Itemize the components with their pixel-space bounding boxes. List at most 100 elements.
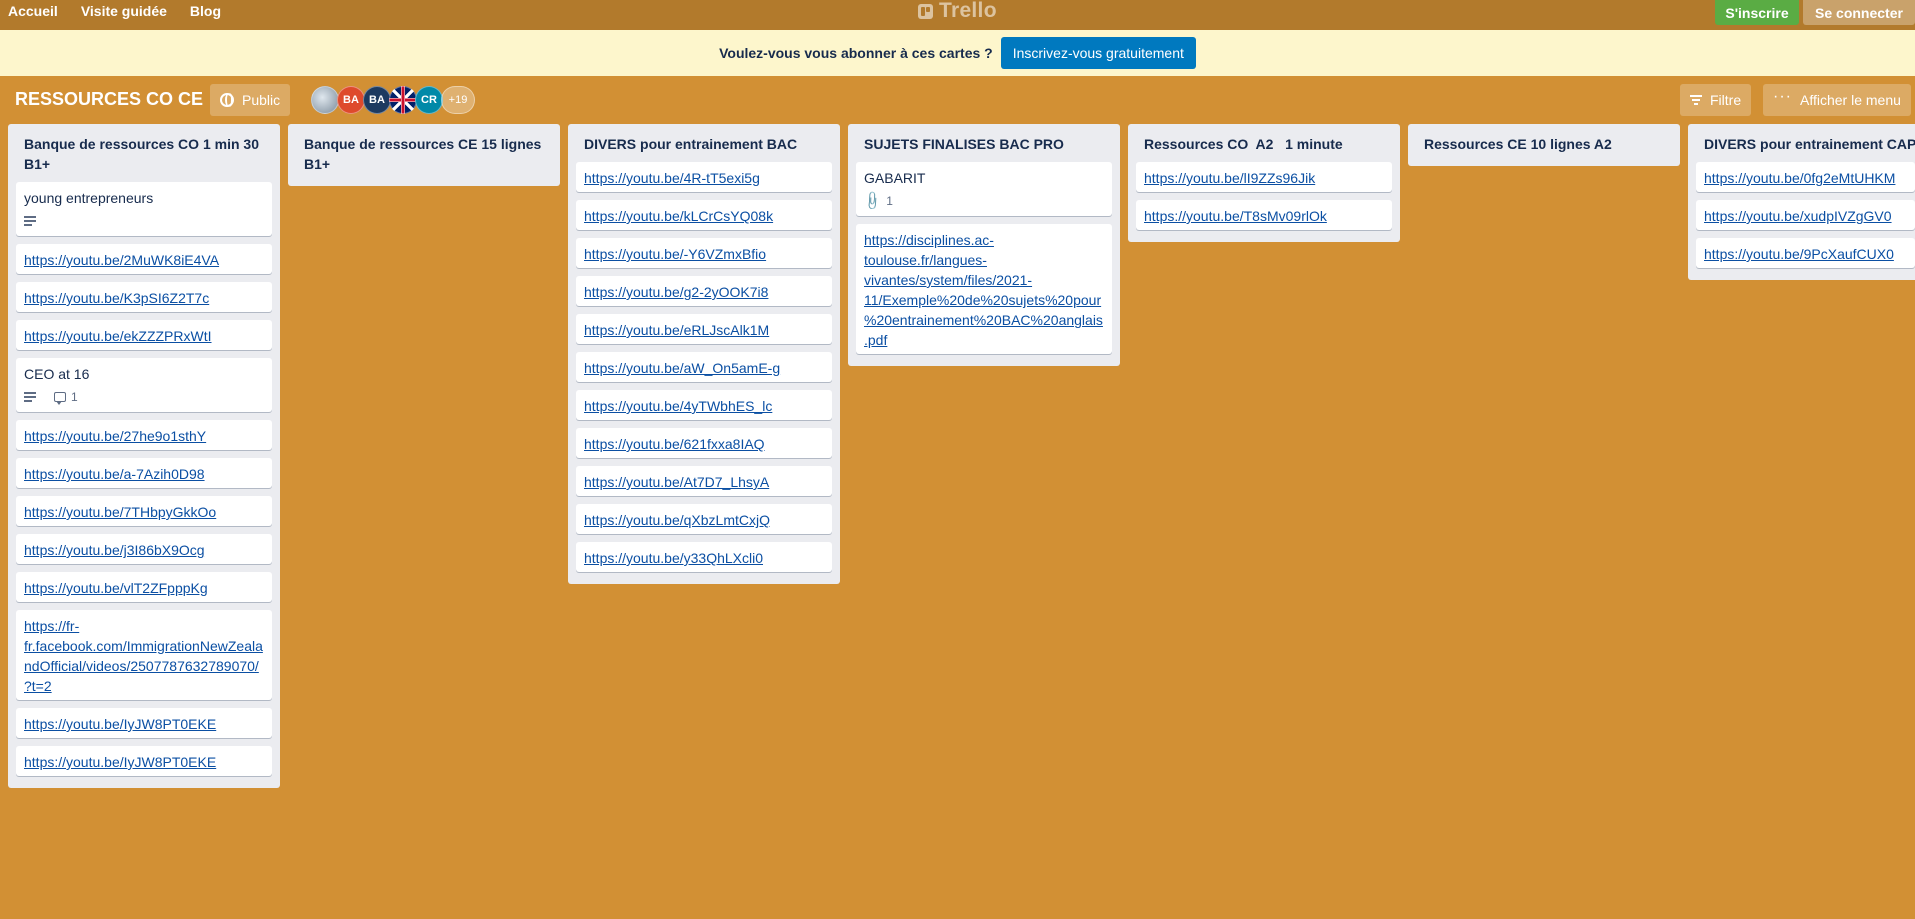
card-link[interactable]: https://youtu.be/vlT2ZFpppKg xyxy=(24,580,208,596)
card-link[interactable]: https://youtu.be/j3I86bX9Ocg xyxy=(24,542,205,558)
card[interactable]: GABARIT 📎 1 xyxy=(856,162,1112,216)
card[interactable]: https://fr-fr.facebook.com/ImmigrationNe… xyxy=(16,610,272,700)
list-title[interactable]: Banque de ressources CE 15 lignes B1+ xyxy=(296,124,552,182)
list-banque-co: Banque de ressources CO 1 min 30 B1+ you… xyxy=(8,124,280,788)
avatar-uk-flag[interactable] xyxy=(389,86,417,114)
avatar[interactable]: CR xyxy=(415,86,443,114)
card[interactable]: CEO at 16 1 xyxy=(16,358,272,412)
card-link[interactable]: https://youtu.be/ekZZZPRxWtI xyxy=(24,328,212,344)
card[interactable]: https://youtu.be/T8sMv09rlOk xyxy=(1136,200,1392,230)
list-title[interactable]: SUJETS FINALISES BAC PRO xyxy=(856,124,1112,162)
avatar-photo[interactable] xyxy=(311,86,339,114)
nav-link-home[interactable]: Accueil xyxy=(8,3,58,19)
card-link[interactable]: https://youtu.be/0fg2eMtUHKM xyxy=(1704,170,1895,186)
list-title[interactable]: Ressources CE 10 lignes A2 xyxy=(1416,124,1672,162)
card[interactable]: https://youtu.be/7THbpyGkkOo xyxy=(16,496,272,526)
card-link[interactable]: https://youtu.be/g2-2yOOK7i8 xyxy=(584,284,768,300)
card-title: CEO at 16 xyxy=(24,366,90,382)
card[interactable]: https://youtu.be/2MuWK8iE4VA xyxy=(16,244,272,274)
card[interactable]: https://youtu.be/IyJW8PT0EKE xyxy=(16,708,272,738)
filter-icon xyxy=(1690,95,1702,105)
card[interactable]: https://youtu.be/kLCrCsYQ08k xyxy=(576,200,832,230)
nav-link-tour[interactable]: Visite guidée xyxy=(81,3,167,19)
card[interactable]: https://youtu.be/K3pSI6Z2T7c xyxy=(16,282,272,312)
trello-logo-text: Trello xyxy=(939,0,997,22)
card[interactable]: https://youtu.be/9PcXaufCUX0 xyxy=(1696,238,1915,268)
card-link[interactable]: https://youtu.be/qXbzLmtCxjQ xyxy=(584,512,770,528)
board-header: RESSOURCES CO CE Public BA BA CR +19 Fil… xyxy=(0,82,1915,118)
avatar[interactable]: BA xyxy=(337,86,365,114)
card[interactable]: https://youtu.be/27he9o1sthY xyxy=(16,420,272,450)
card[interactable]: https://youtu.be/621fxxa8IAQ xyxy=(576,428,832,458)
card-link[interactable]: https://youtu.be/K3pSI6Z2T7c xyxy=(24,290,209,306)
card[interactable]: https://youtu.be/g2-2yOOK7i8 xyxy=(576,276,832,306)
card-link[interactable]: https://youtu.be/9PcXaufCUX0 xyxy=(1704,246,1894,262)
subscribe-banner: Voulez-vous vous abonner à ces cartes ? … xyxy=(0,30,1915,76)
paperclip-icon: 📎 xyxy=(861,189,884,212)
card[interactable]: https://youtu.be/a-7Azih0D98 xyxy=(16,458,272,488)
board-title[interactable]: RESSOURCES CO CE xyxy=(15,89,203,110)
card[interactable]: https://youtu.be/qXbzLmtCxjQ xyxy=(576,504,832,534)
card[interactable]: https://youtu.be/IyJW8PT0EKE xyxy=(16,746,272,776)
card[interactable]: https://youtu.be/ekZZZPRxWtI xyxy=(16,320,272,350)
card-link[interactable]: https://youtu.be/aW_On5amE-g xyxy=(584,360,780,376)
card-link[interactable]: https://youtu.be/eRLJscAlk1M xyxy=(584,322,769,338)
card[interactable]: https://youtu.be/xudpIVZgGV0 xyxy=(1696,200,1915,230)
show-menu-button[interactable]: ··· Afficher le menu xyxy=(1763,84,1911,116)
card-link[interactable]: https://fr-fr.facebook.com/ImmigrationNe… xyxy=(24,618,263,694)
filter-button[interactable]: Filtre xyxy=(1680,84,1752,116)
ellipsis-icon: ··· xyxy=(1773,88,1792,105)
card-link[interactable]: https://youtu.be/4yTWbhES_lc xyxy=(584,398,772,414)
card[interactable]: young entrepreneurs xyxy=(16,182,272,236)
list-title[interactable]: DIVERS pour entrainement CAP xyxy=(1696,124,1915,162)
card-link[interactable]: https://youtu.be/lI9ZZs96Jik xyxy=(1144,170,1315,186)
list-divers-cap: DIVERS pour entrainement CAP https://you… xyxy=(1688,124,1915,280)
filter-label: Filtre xyxy=(1710,92,1742,108)
signup-button[interactable]: S'inscrire xyxy=(1715,0,1799,25)
nav-link-blog[interactable]: Blog xyxy=(190,3,221,19)
card[interactable]: https://youtu.be/vlT2ZFpppKg xyxy=(16,572,272,602)
card[interactable]: https://youtu.be/At7D7_LhsyA xyxy=(576,466,832,496)
subscribe-prompt: Voulez-vous vous abonner à ces cartes ? xyxy=(719,45,993,61)
card-link[interactable]: https://youtu.be/2MuWK8iE4VA xyxy=(24,252,219,268)
card[interactable]: https://youtu.be/0fg2eMtUHKM xyxy=(1696,162,1915,192)
card-link[interactable]: https://youtu.be/621fxxa8IAQ xyxy=(584,436,765,452)
more-members-badge[interactable]: +19 xyxy=(441,86,475,114)
card-link[interactable]: https://youtu.be/At7D7_LhsyA xyxy=(584,474,769,490)
card-link[interactable]: https://youtu.be/y33QhLXcli0 xyxy=(584,550,763,566)
card-link[interactable]: https://youtu.be/27he9o1sthY xyxy=(24,428,206,444)
visibility-button[interactable]: Public xyxy=(210,84,291,116)
login-button[interactable]: Se connecter xyxy=(1803,0,1915,25)
card-link[interactable]: https://youtu.be/4R-tT5exi5g xyxy=(584,170,760,186)
member-avatars: BA BA CR +19 xyxy=(311,86,475,114)
card[interactable]: https://youtu.be/j3I86bX9Ocg xyxy=(16,534,272,564)
card[interactable]: https://youtu.be/eRLJscAlk1M xyxy=(576,314,832,344)
card-link[interactable]: https://youtu.be/IyJW8PT0EKE xyxy=(24,754,216,770)
list-title[interactable]: Banque de ressources CO 1 min 30 B1+ xyxy=(16,124,272,182)
card-link[interactable]: https://youtu.be/a-7Azih0D98 xyxy=(24,466,205,482)
card[interactable]: https://youtu.be/-Y6VZmxBfio xyxy=(576,238,832,268)
card[interactable]: https://youtu.be/aW_On5amE-g xyxy=(576,352,832,382)
list-ressources-ce-a2: Ressources CE 10 lignes A2 xyxy=(1408,124,1680,166)
card-title: GABARIT xyxy=(864,170,926,186)
comment-count: 1 xyxy=(71,390,78,404)
card-link[interactable]: https://youtu.be/kLCrCsYQ08k xyxy=(584,208,773,224)
card-link[interactable]: https://youtu.be/-Y6VZmxBfio xyxy=(584,246,766,262)
attachment-count: 1 xyxy=(886,194,893,208)
card[interactable]: https://youtu.be/4R-tT5exi5g xyxy=(576,162,832,192)
list-title[interactable]: DIVERS pour entrainement BAC xyxy=(576,124,832,162)
card-link[interactable]: https://youtu.be/IyJW8PT0EKE xyxy=(24,716,216,732)
card-link[interactable]: https://youtu.be/T8sMv09rlOk xyxy=(1144,208,1327,224)
card[interactable]: https://youtu.be/lI9ZZs96Jik xyxy=(1136,162,1392,192)
list-title[interactable]: Ressources CO A2 1 minute xyxy=(1136,124,1392,162)
avatar[interactable]: BA xyxy=(363,86,391,114)
card-link[interactable]: https://disciplines.ac-toulouse.fr/langu… xyxy=(864,232,1103,348)
card-link[interactable]: https://youtu.be/7THbpyGkkOo xyxy=(24,504,216,520)
free-signup-button[interactable]: Inscrivez-vous gratuitement xyxy=(1000,37,1196,69)
site-nav: Accueil Visite guidée Blog xyxy=(0,0,236,22)
card[interactable]: https://disciplines.ac-toulouse.fr/langu… xyxy=(856,224,1112,354)
card[interactable]: https://youtu.be/4yTWbhES_lc xyxy=(576,390,832,420)
card[interactable]: https://youtu.be/y33QhLXcli0 xyxy=(576,542,832,572)
trello-logo[interactable]: Trello xyxy=(918,0,997,22)
card-link[interactable]: https://youtu.be/xudpIVZgGV0 xyxy=(1704,208,1892,224)
